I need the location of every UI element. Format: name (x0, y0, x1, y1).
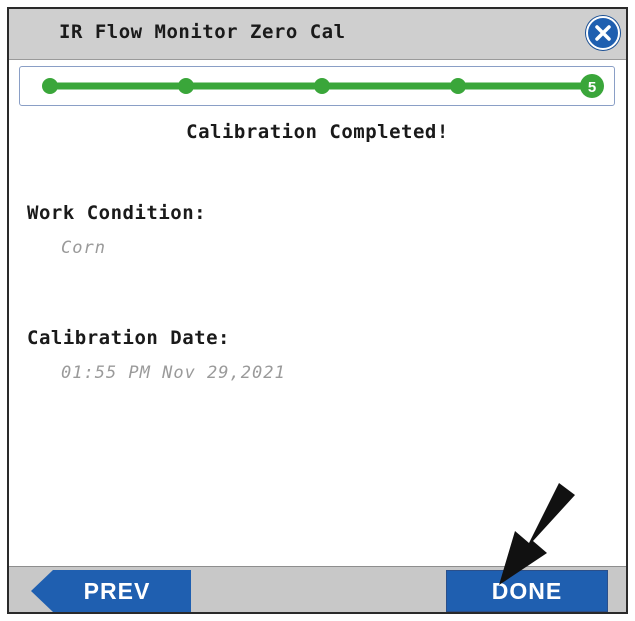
step-dot-3 (314, 78, 330, 94)
title-bar: IR Flow Monitor Zero Cal (9, 9, 626, 60)
calibration-date-value: 01:55 PM Nov 29,2021 (61, 363, 286, 383)
pointer-arrow-icon (499, 483, 575, 585)
prev-button[interactable]: PREV (31, 570, 191, 612)
work-condition-value: Corn (61, 238, 106, 258)
close-icon (595, 25, 611, 41)
current-step-label: 5 (588, 79, 596, 96)
dialog-window: IR Flow Monitor Zero Cal 5 Calibration C… (7, 7, 628, 614)
close-button[interactable] (586, 16, 620, 50)
work-condition-label: Work Condition: (27, 202, 207, 224)
completion-heading: Calibration Completed! (186, 121, 449, 143)
calibration-date-label: Calibration Date: (27, 327, 230, 349)
step-progress: 5 (19, 66, 615, 106)
step-progress-track: 5 (42, 74, 604, 98)
step-dot-4 (450, 78, 466, 94)
step-dot-2 (178, 78, 194, 94)
step-dot-1 (42, 78, 58, 94)
window-title: IR Flow Monitor Zero Cal (59, 21, 346, 43)
